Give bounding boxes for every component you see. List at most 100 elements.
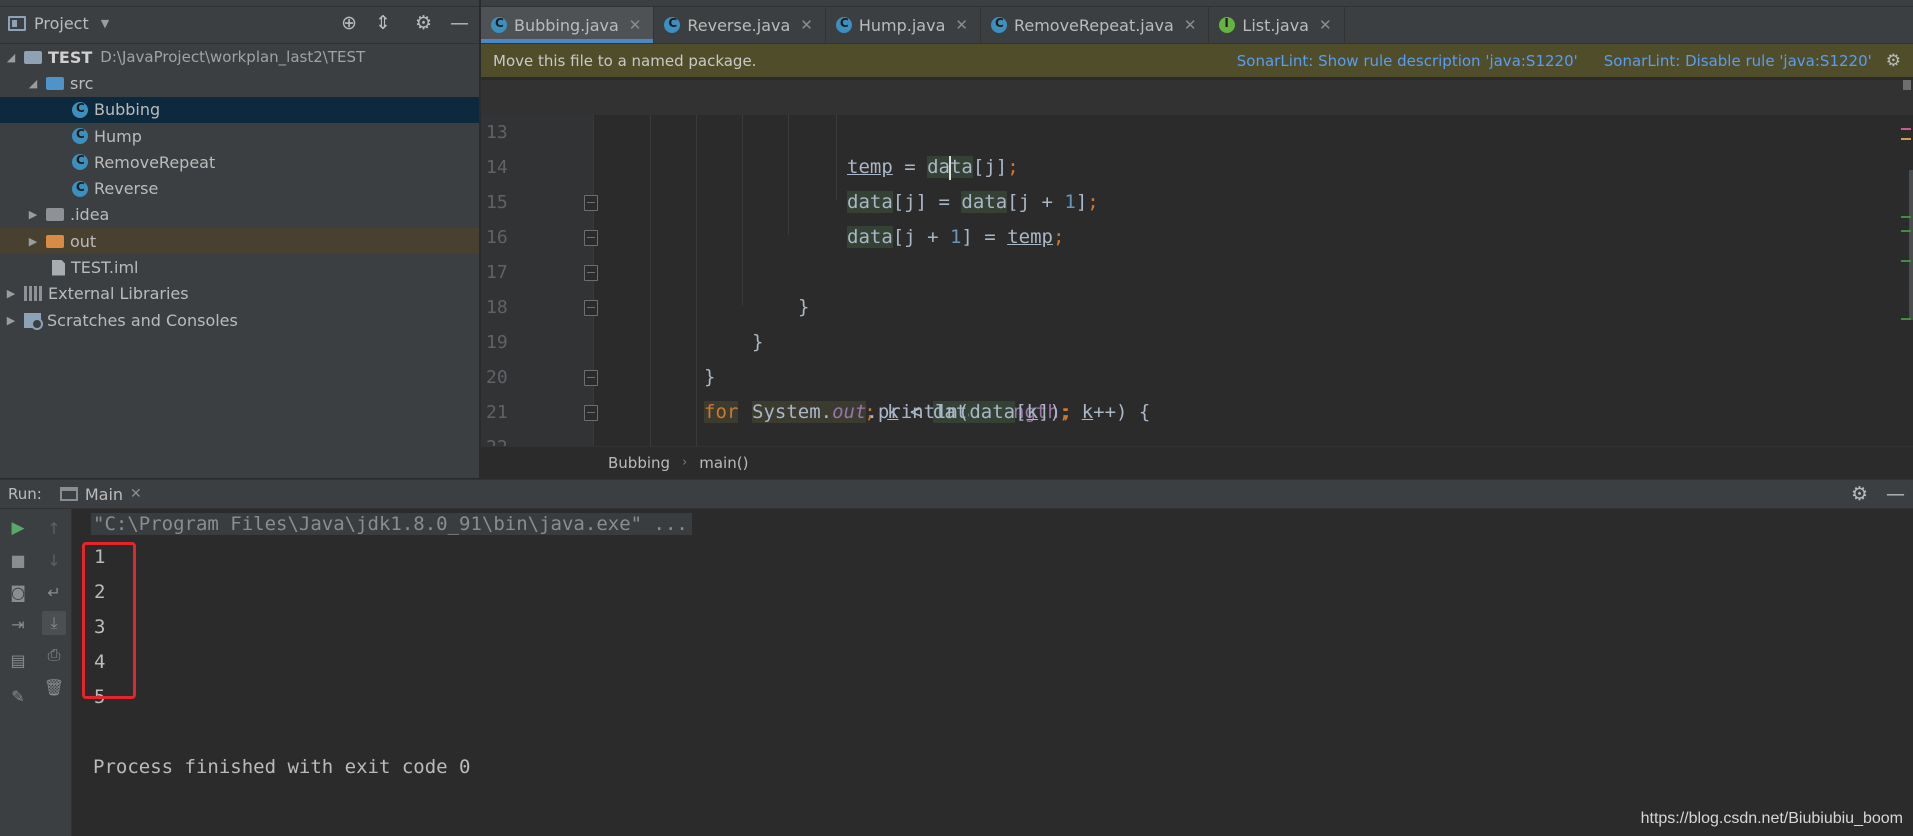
arrow-up-icon[interactable]: ↑: [42, 516, 66, 540]
run-toolbar-right: ↑ ↓ ↵ ⤓ ⎙ 🗑: [36, 509, 72, 836]
project-panel: Project ▼ ⊕ ⇕ ⚙ — ◢ TEST D:\JavaProject\…: [0, 0, 480, 478]
expand-arrow-icon[interactable]: ◢: [26, 77, 40, 90]
collapse-all-icon[interactable]: ⇕: [375, 14, 391, 33]
idea-label: .idea: [70, 205, 110, 225]
watermark: https://blog.csdn.net/Biubiubiu_boom: [1640, 810, 1903, 827]
project-icon: [8, 16, 26, 31]
tab-main[interactable]: Main ✕: [59, 484, 142, 504]
editor-scrollbar[interactable]: [1899, 80, 1913, 380]
out-label: out: [70, 231, 97, 251]
code-editor[interactable]: 13 temp = data[j]; 14 data[j] = data[j +…: [481, 80, 1913, 446]
print-icon[interactable]: ⎙: [42, 643, 66, 667]
close-icon[interactable]: ✕: [1184, 16, 1197, 34]
tab-bubbing[interactable]: Bubbing.java ✕: [481, 7, 655, 43]
collapsed-arrow-icon[interactable]: ▶: [26, 208, 40, 221]
gear-icon[interactable]: ⚙: [1886, 51, 1901, 71]
soft-wrap-icon[interactable]: ↵: [42, 580, 66, 604]
locate-icon[interactable]: ⊕: [341, 14, 357, 33]
chevron-right-icon: ›: [682, 455, 688, 470]
tree-item-bubbing[interactable]: Bubbing: [0, 96, 479, 123]
fold-marker-icon[interactable]: [584, 370, 598, 386]
chevron-down-icon[interactable]: ▼: [101, 17, 109, 30]
fold-marker-icon[interactable]: [584, 265, 598, 281]
pin-icon[interactable]: ✎: [6, 684, 30, 708]
dump-threads-icon[interactable]: ◙: [6, 580, 30, 604]
breadcrumb-class[interactable]: Bubbing: [608, 454, 670, 472]
console-output[interactable]: "C:\Program Files\Java\jdk1.8.0_91\bin\j…: [72, 509, 1913, 836]
tab-list[interactable]: List.java ✕: [1209, 7, 1345, 43]
java-class-icon: [835, 16, 852, 33]
fold-marker-icon[interactable]: [584, 230, 598, 246]
window-top-strip: [0, 0, 479, 7]
folder-icon: [46, 208, 64, 222]
run-tab-label: Main: [84, 484, 124, 504]
class-label: Reverse: [94, 179, 159, 199]
run-toolbar-left: ▶ ■ ◙ ⇥ ▤ ✎: [0, 509, 36, 836]
fold-marker-icon[interactable]: [584, 300, 598, 316]
tree-item-out[interactable]: ▶ out: [0, 228, 479, 255]
code-line: 19 for (int k = 0; k < data.length; k++)…: [481, 290, 1913, 423]
tree-item-root[interactable]: ◢ TEST D:\JavaProject\workplan_last2\TES…: [0, 44, 479, 70]
class-label: Bubbing: [94, 100, 161, 120]
library-icon: [24, 286, 42, 302]
exit-icon[interactable]: ⇥: [6, 612, 30, 636]
tab-label: Bubbing.java: [514, 15, 619, 35]
java-class-icon: [491, 16, 507, 33]
tree-item-idea[interactable]: ▶ .idea: [0, 202, 479, 228]
expand-arrow-icon[interactable]: ◢: [4, 51, 18, 64]
tree-item-src[interactable]: ◢ src: [0, 70, 479, 96]
close-icon[interactable]: ✕: [130, 486, 142, 502]
project-title: Project: [34, 14, 89, 33]
scratches-icon: [24, 312, 43, 330]
collapsed-arrow-icon[interactable]: ▶: [4, 314, 18, 327]
tree-item-iml[interactable]: TEST.iml: [0, 254, 479, 280]
rerun-icon[interactable]: ▶: [6, 516, 30, 540]
java-interface-icon: [1219, 16, 1236, 33]
arrow-down-icon[interactable]: ↓: [42, 548, 66, 572]
tab-label: RemoveRepeat.java: [1013, 15, 1174, 35]
tree-item-scratches[interactable]: ▶ Scratches and Consoles: [0, 307, 479, 333]
close-icon[interactable]: ✕: [955, 16, 968, 34]
iml-label: TEST.iml: [71, 258, 139, 278]
tab-hump[interactable]: Hump.java ✕: [826, 7, 981, 43]
root-name: TEST: [48, 47, 93, 67]
close-icon[interactable]: ✕: [629, 16, 642, 34]
excluded-folder-icon: [46, 234, 64, 248]
window-top-strip: [481, 0, 1913, 7]
code-line: 21 }: [481, 360, 1913, 423]
fold-marker-icon[interactable]: [584, 195, 598, 211]
project-header: Project ▼ ⊕ ⇕ ⚙ —: [0, 0, 479, 44]
scroll-to-end-icon[interactable]: ⤓: [42, 611, 66, 635]
java-class-icon: [664, 16, 681, 33]
collapsed-arrow-icon[interactable]: ▶: [26, 235, 40, 248]
java-class-icon: [72, 153, 88, 171]
disable-rule-link[interactable]: SonarLint: Disable rule 'java:S1220': [1604, 52, 1872, 70]
tree-item-removerepeat[interactable]: RemoveRepeat: [0, 149, 479, 175]
collapsed-arrow-icon[interactable]: ▶: [4, 287, 18, 300]
hide-icon[interactable]: —: [1886, 484, 1905, 504]
trash-icon[interactable]: 🗑: [42, 675, 66, 699]
gear-icon[interactable]: ⚙: [1851, 484, 1868, 504]
tab-reverse[interactable]: Reverse.java ✕: [654, 7, 826, 43]
tree-item-external-libraries[interactable]: ▶ External Libraries: [0, 281, 479, 307]
class-label: Hump: [94, 126, 142, 146]
close-icon[interactable]: ✕: [1319, 16, 1332, 34]
class-label: RemoveRepeat: [94, 152, 216, 172]
scratches-label: Scratches and Consoles: [47, 310, 238, 330]
iml-file-icon: [52, 259, 65, 276]
gear-icon[interactable]: ⚙: [415, 14, 432, 33]
tab-removerepeat[interactable]: RemoveRepeat.java ✕: [981, 7, 1210, 43]
close-icon[interactable]: ✕: [800, 16, 813, 34]
fold-marker-icon[interactable]: [584, 405, 598, 421]
project-tree: ◢ TEST D:\JavaProject\workplan_last2\TES…: [0, 44, 479, 333]
restore-layout-icon[interactable]: ▤: [6, 648, 30, 672]
sonarlint-banner: Move this file to a named package. Sonar…: [481, 44, 1913, 77]
hide-icon[interactable]: —: [450, 14, 469, 33]
project-view-selector[interactable]: Project ▼: [8, 14, 109, 33]
tree-item-reverse[interactable]: Reverse: [0, 175, 479, 201]
breadcrumb-method[interactable]: main(): [699, 454, 748, 472]
show-rule-link[interactable]: SonarLint: Show rule description 'java:S…: [1237, 52, 1578, 70]
tree-item-hump[interactable]: Hump: [0, 123, 479, 149]
source-folder-icon: [46, 76, 64, 90]
stop-icon[interactable]: ■: [6, 548, 30, 572]
